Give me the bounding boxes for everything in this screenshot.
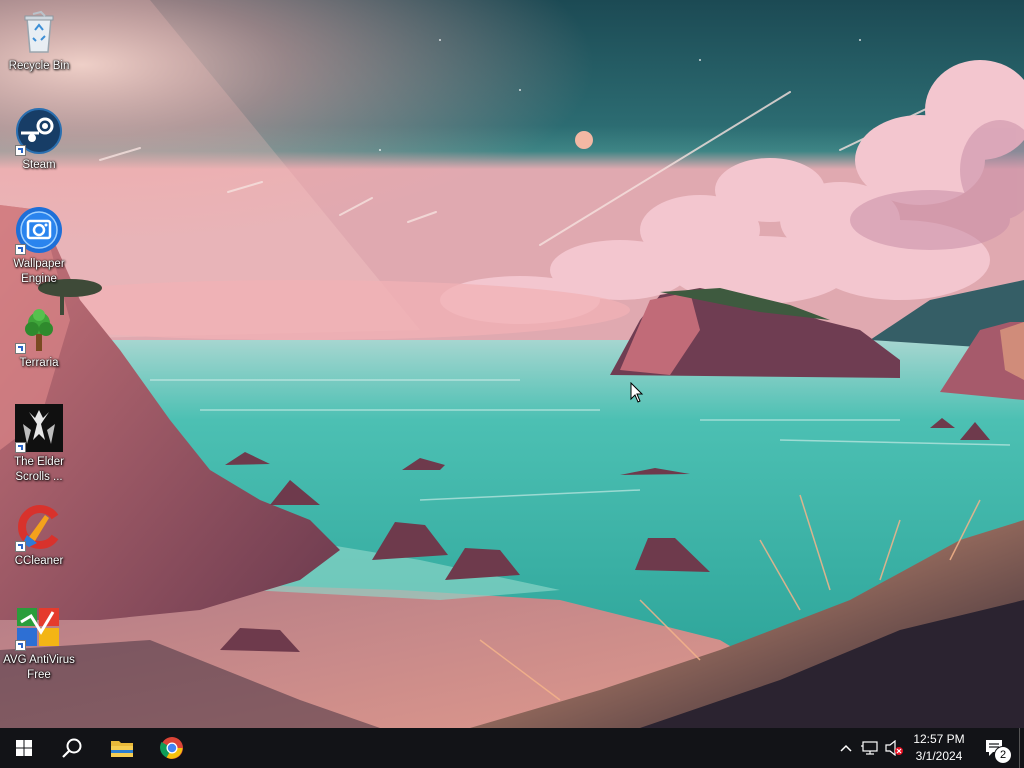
- network-button[interactable]: [858, 728, 882, 768]
- notification-count-badge: 2: [994, 746, 1012, 764]
- chevron-up-icon: [840, 744, 852, 752]
- network-icon: [861, 741, 878, 755]
- clock-date: 3/1/2024: [915, 749, 963, 763]
- volume-button[interactable]: [882, 728, 906, 768]
- shortcut-arrow-icon: [15, 343, 26, 354]
- desktop-icon-label: Recycle Bin: [8, 60, 70, 72]
- desktop-wallpaper: [0, 0, 1024, 728]
- file-explorer-icon: [111, 741, 133, 757]
- start-button[interactable]: [0, 728, 48, 768]
- tray-overflow-button[interactable]: [836, 728, 856, 768]
- desktop-icon-steam[interactable]: Steam: [0, 99, 78, 173]
- desktop-icon-label: Steam: [22, 159, 56, 171]
- desktop-icon-label: Wallpaper Engine: [13, 258, 65, 285]
- elder-scrolls-icon: [15, 404, 63, 453]
- recycle-bin-icon: [15, 8, 63, 56]
- steam-icon: [15, 107, 63, 156]
- mouse-cursor: [630, 382, 644, 403]
- clock-time: 12:57 PM: [913, 732, 965, 746]
- wallpaper-engine-icon: [15, 206, 63, 255]
- desktop-icon-label: AVG AntiVirus Free: [3, 654, 75, 681]
- taskbar-clock[interactable]: 12:57 PM 3/1/2024: [904, 731, 974, 765]
- ccleaner-icon: [15, 503, 63, 552]
- desktop-icon-avg-antivirus[interactable]: AVG AntiVirus Free: [0, 594, 78, 683]
- windows-start-icon: [16, 740, 32, 756]
- terraria-icon: [15, 305, 63, 354]
- volume-muted-icon: [885, 740, 903, 756]
- chrome-icon: [160, 737, 183, 759]
- desktop-icon-label: The Elder Scrolls ...: [14, 456, 64, 483]
- desktop-icon-grid: Recycle Bin Steam Wallpaper Engine Terra…: [0, 0, 80, 728]
- desktop-icon-label: Terraria: [19, 357, 59, 369]
- avg-antivirus-icon: [15, 602, 63, 651]
- taskbar-chrome[interactable]: [148, 728, 196, 768]
- desktop-icon-terraria[interactable]: Terraria: [0, 297, 78, 371]
- shortcut-arrow-icon: [15, 442, 26, 453]
- desktop-icon-recycle-bin[interactable]: Recycle Bin: [0, 0, 78, 74]
- shortcut-arrow-icon: [15, 541, 26, 552]
- desktop-icon-wallpaper-engine[interactable]: Wallpaper Engine: [0, 198, 78, 287]
- shortcut-arrow-icon: [15, 640, 26, 651]
- shortcut-arrow-icon: [15, 145, 26, 156]
- desktop-icon-elder-scrolls[interactable]: The Elder Scrolls ...: [0, 396, 78, 485]
- action-center-button[interactable]: 2: [978, 728, 1012, 768]
- taskbar: 12:57 PM 3/1/2024 2: [0, 728, 1024, 768]
- shortcut-arrow-icon: [15, 244, 26, 255]
- desktop-icon-label: CCleaner: [14, 555, 64, 567]
- search-icon: [62, 738, 82, 758]
- search-button[interactable]: [48, 728, 96, 768]
- desktop-icon-ccleaner[interactable]: CCleaner: [0, 495, 78, 569]
- show-desktop-button[interactable]: [1019, 728, 1024, 768]
- taskbar-file-explorer[interactable]: [98, 728, 146, 768]
